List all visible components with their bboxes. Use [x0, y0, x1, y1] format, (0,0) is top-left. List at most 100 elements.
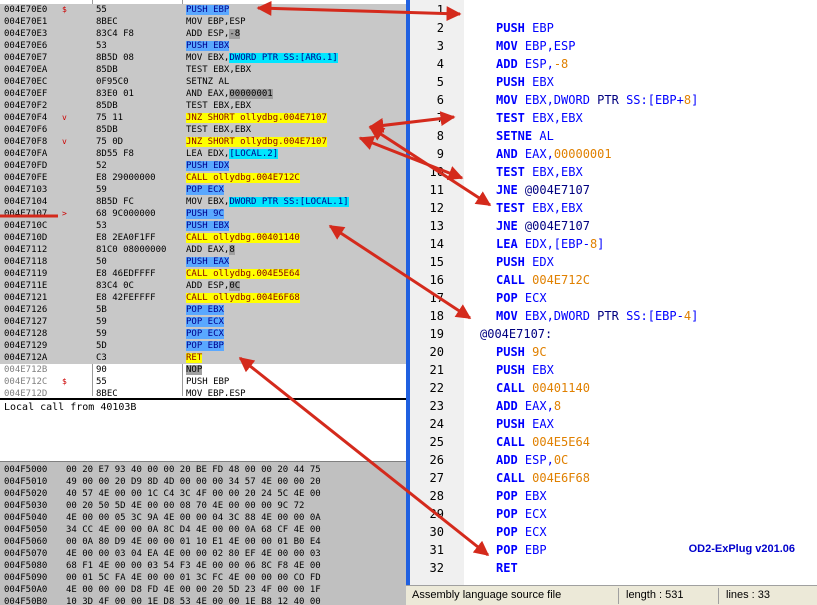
editor-line[interactable]: 3 MOV EBP,ESP: [410, 37, 817, 55]
disasm-row[interactable]: 004E7128 59 POP ECX: [0, 328, 406, 340]
editor-line[interactable]: 15 PUSH EDX: [410, 253, 817, 271]
disasm-instruction: PUSH EBP: [186, 4, 406, 16]
disasm-row[interactable]: 004E7104 8B5D FC MOV EBX,DWORD PTR SS:[LOC…: [0, 196, 406, 208]
disasm-row[interactable]: 004E712D 8BEC MOV EBP,ESP: [0, 388, 406, 396]
instruction-text: TEST EBX,EBX: [186, 125, 252, 135]
disasm-row[interactable]: 004E7103 59 POP ECX: [0, 184, 406, 196]
disasm-row[interactable]: 004E70E3 83C4 F8 ADD ESP,-8: [0, 28, 406, 40]
disasm-hex-bytes: 75 11: [96, 113, 124, 123]
editor-line[interactable]: 20 PUSH 9C: [410, 343, 817, 361]
disasm-hex-bytes: 85DB: [96, 101, 118, 111]
disasm-row[interactable]: 004E7118 50 PUSH EAX: [0, 256, 406, 268]
code-token: @004E7107: [524, 183, 590, 197]
disasm-row[interactable]: 004E7129 5D POP EBP: [0, 340, 406, 352]
instruction-highlight: PUSH EAX: [186, 257, 230, 267]
disasm-row[interactable]: 004E70F4 v 75 11 JNZ SHORT ollydbg.004E7107: [0, 112, 406, 124]
editor-line[interactable]: 1: [410, 1, 817, 19]
editor-line[interactable]: 22 CALL 00401140: [410, 379, 817, 397]
disasm-row[interactable]: 004E70F8 v 75 0D JNZ SHORT ollydbg.004E7107: [0, 136, 406, 148]
disasm-row[interactable]: 004E70F2 85DB TEST EBX,EBX: [0, 100, 406, 112]
disasm-row[interactable]: 004E70EA 85DB TEST EBX,EBX: [0, 64, 406, 76]
disasm-row[interactable]: 004E712B 90 NOP: [0, 364, 406, 376]
code-token: EAX,: [524, 147, 554, 161]
editor-line[interactable]: 9 AND EAX,00000001: [410, 145, 817, 163]
code-token: LEA: [496, 237, 525, 251]
editor-line[interactable]: 6 MOV EBX,DWORD PTR SS:[EBP+8]: [410, 91, 817, 109]
disasm-row[interactable]: 004E711E 83C4 0C ADD ESP,0C: [0, 280, 406, 292]
code-token: TEST: [496, 165, 533, 179]
editor-line[interactable]: 5 PUSH EBX: [410, 73, 817, 91]
editor-line[interactable]: 8 SETNE AL: [410, 127, 817, 145]
editor-line[interactable]: 18 MOV EBX,DWORD PTR SS:[EBP-4]: [410, 307, 817, 325]
disasm-row[interactable]: 004E7121 E8 42FEFFFF CALL ollydbg.004E6F68: [0, 292, 406, 304]
code-text: TEST EBX,EBX: [496, 163, 583, 181]
code-token: POP: [496, 291, 525, 305]
disasm-address: 004E70EF: [4, 89, 48, 99]
editor-line[interactable]: 19 @004E7107:: [410, 325, 817, 343]
disasm-row[interactable]: 004E712C $55 PUSH EBP: [0, 376, 406, 388]
editor-line[interactable]: 13 JNE @004E7107: [410, 217, 817, 235]
instruction-text: MOV EBP,ESP: [186, 17, 246, 27]
disasm-row[interactable]: 004E7127 59 POP ECX: [0, 316, 406, 328]
disasm-row[interactable]: 004E70FA 8D55 F8 LEA EDX,[LOCAL.2]: [0, 148, 406, 160]
dump-bytes: 49 00 00 20 D9 8D 4D 00 00 00 34 57 4E 0…: [66, 477, 321, 487]
editor-line[interactable]: 12 TEST EBX,EBX: [410, 199, 817, 217]
disasm-row[interactable]: 004E70E7 8B5D 08 MOV EBX,DWORD PTR SS:[ARG…: [0, 52, 406, 64]
hex-dump-pane[interactable]: 004F5000 00 20 E7 93 40 00 00 20 BE FD 48…: [0, 461, 406, 605]
disasm-instruction: PUSH EDX: [186, 160, 406, 172]
editor-line[interactable]: 17 POP ECX: [410, 289, 817, 307]
editor-line[interactable]: 26 ADD ESP,0C: [410, 451, 817, 469]
dump-address: 004F5090: [4, 573, 48, 583]
editor-line[interactable]: 11 JNE @004E7107: [410, 181, 817, 199]
code-text: POP ECX: [496, 505, 547, 523]
disasm-hex-bytes: 59: [96, 329, 107, 339]
editor-line[interactable]: 28 POP EBX: [410, 487, 817, 505]
code-token: 004E5E64: [532, 435, 590, 449]
instruction-highlight: DWORD PTR SS:[ARG.1]: [229, 53, 338, 63]
source-editor[interactable]: 1 2 PUSH EBP 3 MOV EBP,ESP 4 ADD ESP,-8 5 PUSH E…: [406, 0, 817, 585]
editor-line[interactable]: 7 TEST EBX,EBX: [410, 109, 817, 127]
disasm-hex-bytes: 68 9C000000: [96, 209, 156, 219]
editor-line[interactable]: 32 RET: [410, 559, 817, 577]
instruction-text: ADD ESP,: [186, 281, 230, 291]
disasm-row[interactable]: 004E7119 E8 46EDFFFF CALL ollydbg.004E5E64: [0, 268, 406, 280]
disasm-row[interactable]: 004E70FD 52 PUSH EDX: [0, 160, 406, 172]
disasm-row[interactable]: 004E70EF 83E0 01 AND EAX,00000001: [0, 88, 406, 100]
disasm-row[interactable]: 004E70F6 85DB TEST EBX,EBX: [0, 124, 406, 136]
editor-line[interactable]: 10 TEST EBX,EBX: [410, 163, 817, 181]
code-token: EBP: [524, 543, 547, 557]
disasm-row[interactable]: 004E710C 53 PUSH EBX: [0, 220, 406, 232]
code-token: PUSH: [496, 363, 533, 377]
editor-line[interactable]: 4 ADD ESP,-8: [410, 55, 817, 73]
editor-line[interactable]: 24 PUSH EAX: [410, 415, 817, 433]
disasm-row[interactable]: 004E70E0 $55 PUSH EBP: [0, 4, 406, 16]
disasm-row[interactable]: 004E7112 81C0 08000000 ADD EAX,8: [0, 244, 406, 256]
instruction-text: PUSH EBP: [186, 377, 230, 387]
disasm-row[interactable]: 004E70E6 53 PUSH EBX: [0, 40, 406, 52]
editor-line[interactable]: 30 POP ECX: [410, 523, 817, 541]
editor-line[interactable]: 27 CALL 004E6F68: [410, 469, 817, 487]
disasm-hex-bytes: 52: [96, 161, 107, 171]
editor-line[interactable]: 2 PUSH EBP: [410, 19, 817, 37]
editor-line[interactable]: 21 PUSH EBX: [410, 361, 817, 379]
editor-line[interactable]: 14 LEA EDX,[EBP-8]: [410, 235, 817, 253]
disasm-row[interactable]: 004E712A C3 RET: [0, 352, 406, 364]
editor-line[interactable]: 23 ADD EAX,8: [410, 397, 817, 415]
editor-line[interactable]: 25 CALL 004E5E64: [410, 433, 817, 451]
disasm-row[interactable]: 004E70E1 8BEC MOV EBP,ESP: [0, 16, 406, 28]
code-text: PUSH EBX: [496, 73, 554, 91]
code-token: PUSH: [496, 21, 533, 35]
disasm-row[interactable]: 004E70FE E8 29000000 CALL ollydbg.004E712C: [0, 172, 406, 184]
disasm-address: 004E70F8: [4, 137, 48, 147]
code-text: TEST EBX,EBX: [496, 199, 583, 217]
disasm-instruction: CALL ollydbg.004E6F68: [186, 292, 406, 304]
disasm-row[interactable]: 004E7107 >68 9C000000 PUSH 9C: [0, 208, 406, 220]
editor-line[interactable]: 29 POP ECX: [410, 505, 817, 523]
editor-line[interactable]: 16 CALL 004E712C: [410, 271, 817, 289]
disasm-row[interactable]: 004E7126 5B POP EBX: [0, 304, 406, 316]
disasm-row[interactable]: 004E710D E8 2EA0F1FF CALL ollydbg.00401140: [0, 232, 406, 244]
disasm-row[interactable]: 004E70EC 0F95C0 SETNZ AL: [0, 76, 406, 88]
line-number: 12: [429, 201, 444, 215]
disassembly-pane[interactable]: 004E70E0 $55 PUSH EBP 004E70E1 8BEC MOV EBP,E…: [0, 0, 406, 396]
jump-marker: $: [62, 377, 67, 386]
